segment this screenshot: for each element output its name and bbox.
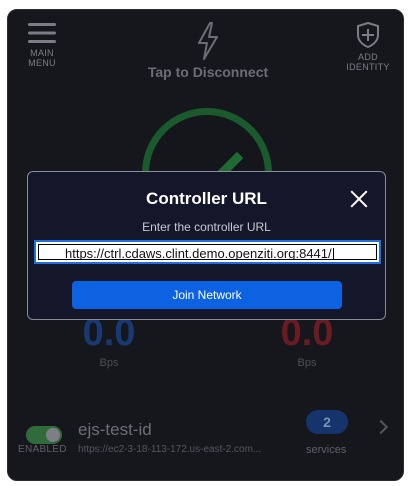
- controller-url-value: https://ctrl.cdaws.clint.demo.openziti.o…: [65, 246, 332, 260]
- close-icon[interactable]: [350, 190, 368, 208]
- services-count-badge: 2: [306, 410, 348, 434]
- toggle-label: ENABLED: [18, 444, 67, 455]
- controller-url-field[interactable]: https://ctrl.cdaws.clint.demo.openziti.o…: [38, 244, 377, 260]
- tap-to-disconnect-label: Tap to Disconnect: [147, 64, 269, 80]
- add-identity-label-2: IDENTITY: [346, 62, 390, 72]
- text-caret: [332, 247, 334, 259]
- add-identity-label-1: ADD: [358, 52, 378, 62]
- upload-speed-unit: Bps: [297, 357, 317, 369]
- main-menu-label-2: MENU: [28, 58, 56, 68]
- download-speed: 0.0 Bps: [64, 312, 154, 369]
- toggle-knob: [46, 428, 60, 442]
- main-menu-label-1: MAIN: [30, 48, 54, 58]
- dialog-title: Controller URL: [146, 189, 267, 208]
- download-speed-unit: Bps: [99, 357, 119, 369]
- identity-enabled-toggle[interactable]: [26, 426, 62, 444]
- shield-plus-icon: [357, 22, 379, 48]
- dialog-subtitle: Enter the controller URL: [142, 220, 271, 234]
- identity-url: https://ec2-3-18-113-172.us-east-2.com..…: [78, 444, 262, 455]
- controller-url-input[interactable]: https://ctrl.cdaws.clint.demo.openziti.o…: [34, 240, 381, 264]
- controller-url-dialog: Controller URL Enter the controller URL …: [27, 171, 386, 320]
- upload-speed: 0.0 Bps: [262, 312, 352, 369]
- services-label: services: [306, 444, 347, 456]
- main-menu-button[interactable]: MAIN MENU: [20, 22, 64, 68]
- identity-name[interactable]: ejs-test-id: [78, 420, 152, 440]
- join-network-button[interactable]: Join Network: [72, 281, 342, 309]
- tap-to-disconnect[interactable]: Tap to Disconnect: [108, 22, 308, 80]
- chevron-right-icon[interactable]: [373, 419, 389, 435]
- hamburger-icon: [28, 23, 56, 43]
- add-identity-button[interactable]: ADD IDENTITY: [343, 22, 393, 72]
- lightning-icon: [198, 22, 218, 60]
